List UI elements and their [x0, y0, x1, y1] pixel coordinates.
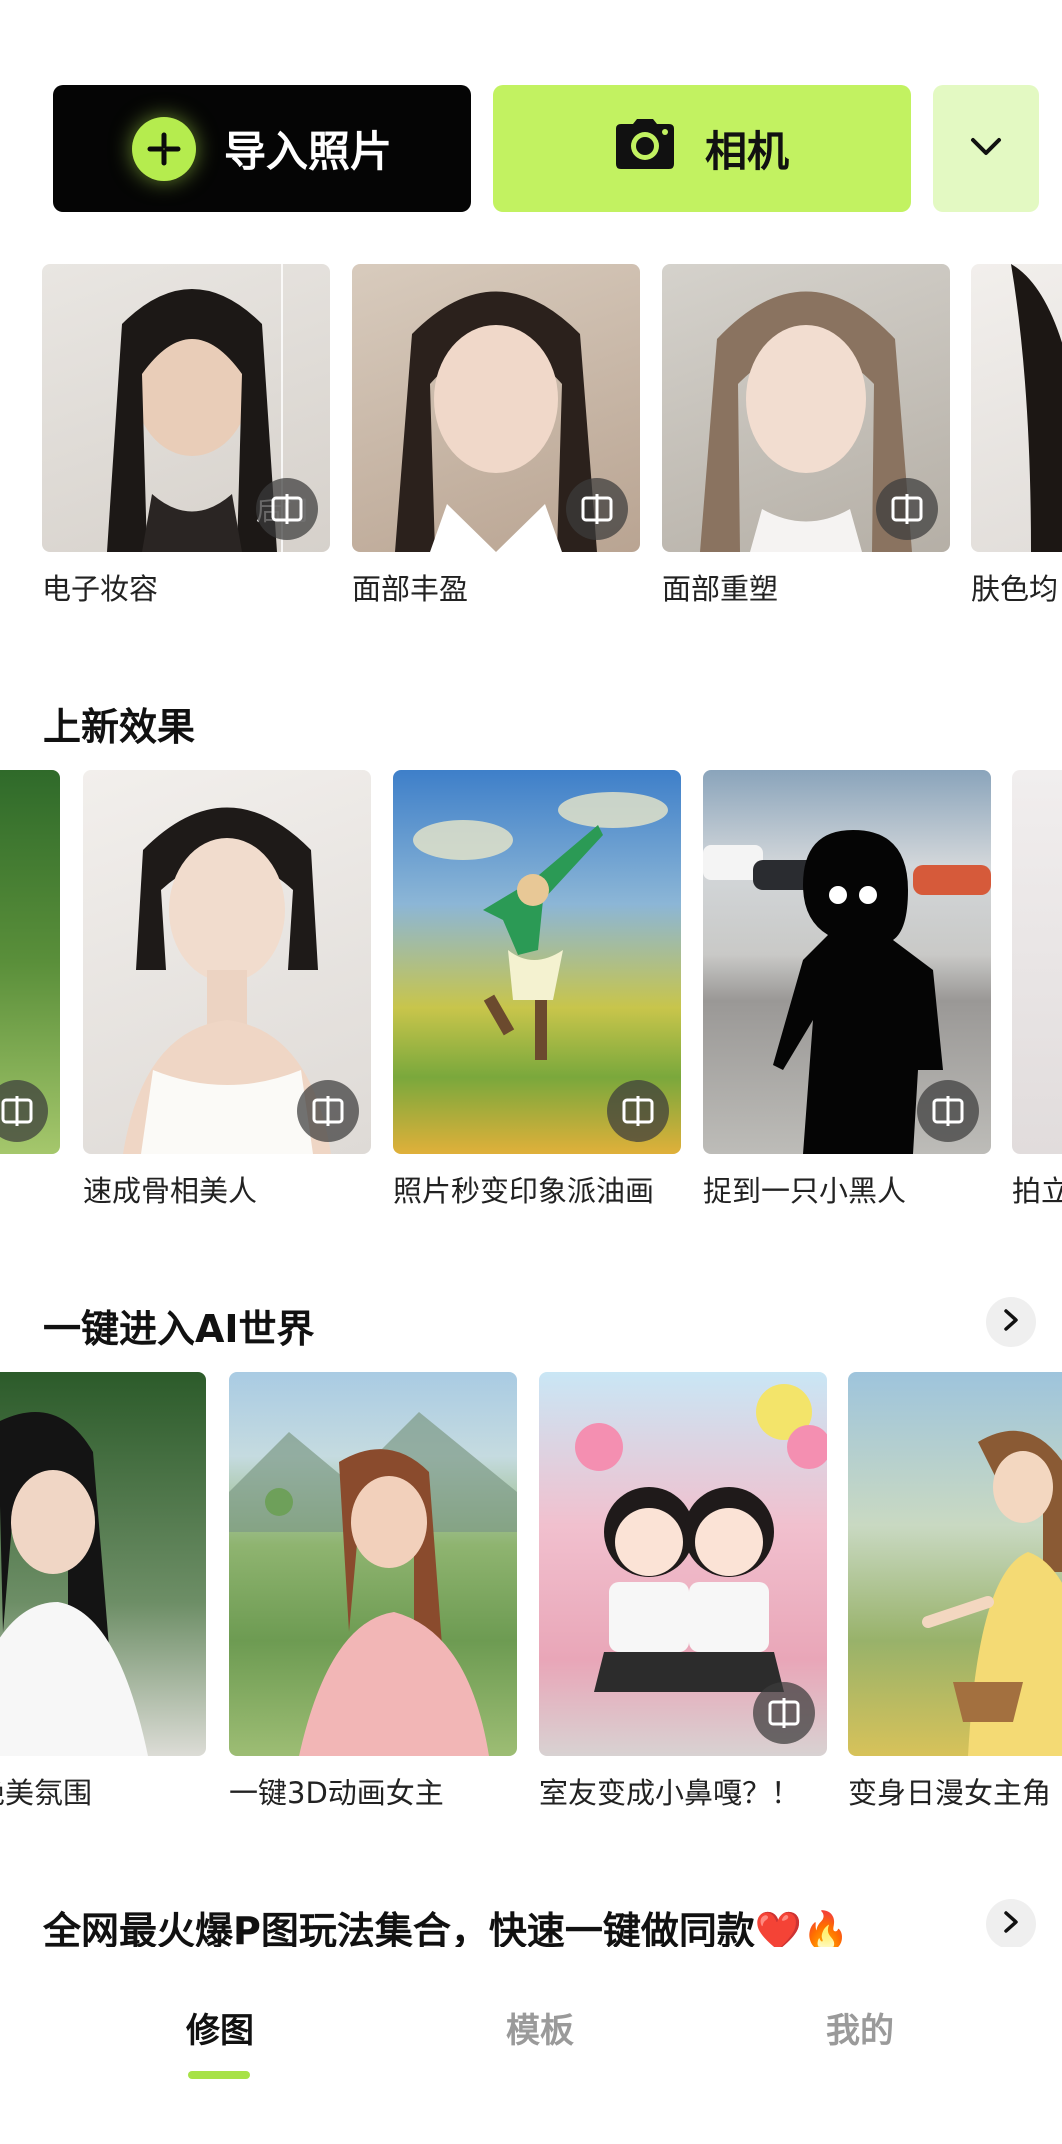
- plus-badge-icon: [131, 116, 196, 181]
- action-bar: 导入照片 相机: [53, 85, 1062, 212]
- effect-thumbnail: [1012, 770, 1062, 1154]
- compare-icon[interactable]: [917, 1080, 979, 1142]
- home-screen: 导入照片 相机 电子妆容 面部丰盈 面部重塑 肤色均 上新效果 速成骨相美人 照…: [0, 0, 1062, 2144]
- compare-icon[interactable]: [297, 1080, 359, 1142]
- effect-thumbnail: [0, 770, 60, 1154]
- ai-thumbnail: [539, 1372, 827, 1756]
- import-photo-label: 导入照片: [223, 127, 392, 176]
- tool-card[interactable]: 后门 电子妆容: [42, 264, 330, 608]
- portrait-illustration: [0, 1412, 148, 1756]
- chevron-right-icon: [1002, 1308, 1020, 1336]
- tool-label: 肤色均: [971, 572, 1059, 606]
- tool-card[interactable]: 面部重塑: [662, 264, 950, 608]
- effect-card[interactable]: 捉到一只小黑人: [703, 770, 991, 1210]
- ai-card[interactable]: 变身日漫女主角: [848, 1372, 1062, 1812]
- ai-card[interactable]: 一键3D动画女主: [229, 1372, 517, 1812]
- effect-card[interactable]: [0, 770, 60, 1168]
- bottom-tab-bar: 修图 模板 我的: [0, 1947, 1062, 2144]
- tab-profile[interactable]: 我的: [826, 2003, 894, 2052]
- ai-label: 照的绝美氛围: [0, 1776, 93, 1810]
- ai-label: 室友变成小鼻嘎？！: [539, 1776, 801, 1810]
- ai-label: 一键3D动画女主: [229, 1776, 444, 1810]
- tab-templates[interactable]: 模板: [506, 2003, 574, 2052]
- ai-label: 变身日漫女主角: [848, 1776, 1052, 1810]
- tool-thumbnail: [352, 264, 640, 552]
- section-title-new: 上新效果: [43, 705, 196, 749]
- camera-icon: [615, 118, 675, 180]
- cartoon-illustration: [229, 1412, 517, 1756]
- chevron-right-icon: [1002, 1910, 1020, 1938]
- tab-edit[interactable]: 修图: [186, 2003, 254, 2052]
- chevron-down-icon: [969, 136, 1003, 162]
- tool-label: 电子妆容: [42, 572, 159, 606]
- ai-world-carousel[interactable]: 照的绝美氛围 一键3D动画女主: [0, 1372, 1062, 1812]
- compare-icon[interactable]: [607, 1080, 669, 1142]
- compare-icon[interactable]: [566, 478, 628, 540]
- effect-card[interactable]: 速成骨相美人: [83, 770, 371, 1210]
- more-options-button[interactable]: [933, 85, 1039, 212]
- ai-card[interactable]: 照的绝美氛围: [0, 1372, 206, 1812]
- active-tab-indicator: [188, 2071, 250, 2079]
- effect-thumbnail: [393, 770, 681, 1154]
- import-photo-button[interactable]: 导入照片: [53, 85, 471, 212]
- ai-thumbnail: [229, 1372, 517, 1756]
- section-title-ai: 一键进入AI世界: [43, 1307, 315, 1351]
- effect-label: 捉到一只小黑人: [703, 1174, 907, 1208]
- tool-label: 面部重塑: [662, 572, 779, 606]
- tool-thumbnail: [662, 264, 950, 552]
- effect-thumbnail: [703, 770, 991, 1154]
- section-ai-more-button[interactable]: [986, 1297, 1036, 1347]
- tool-label: 面部丰盈: [352, 572, 469, 606]
- section-hot-more-button[interactable]: [986, 1899, 1036, 1949]
- ai-thumbnail: [848, 1372, 1062, 1756]
- ai-thumbnail: [0, 1372, 206, 1756]
- camera-label: 相机: [704, 127, 789, 176]
- effect-card[interactable]: 拍立: [1012, 770, 1062, 1210]
- new-effects-carousel[interactable]: 速成骨相美人 照片秒变印象派油画 捉到一只小黑人 拍立: [0, 770, 1062, 1210]
- ai-card[interactable]: 室友变成小鼻嘎？！: [539, 1372, 827, 1812]
- effect-label: 拍立: [1012, 1174, 1062, 1208]
- effect-thumbnail: [83, 770, 371, 1154]
- camera-button[interactable]: 相机: [493, 85, 911, 212]
- tool-card[interactable]: 肤色均: [971, 264, 1062, 608]
- compare-icon[interactable]: [0, 1080, 48, 1142]
- tool-thumbnail: [971, 264, 1062, 552]
- effect-card[interactable]: 照片秒变印象派油画: [393, 770, 681, 1210]
- effect-label: 速成骨相美人: [83, 1174, 258, 1208]
- compare-icon[interactable]: [256, 478, 318, 540]
- compare-icon[interactable]: [876, 478, 938, 540]
- tool-thumbnail: 后门: [42, 264, 330, 552]
- portrait-illustration: [1011, 264, 1062, 552]
- beauty-tools-carousel[interactable]: 后门 电子妆容 面部丰盈: [0, 264, 1062, 614]
- compare-icon[interactable]: [753, 1682, 815, 1744]
- tool-card[interactable]: 面部丰盈: [352, 264, 640, 608]
- anime-illustration: [922, 1430, 1062, 1756]
- effect-label: 照片秒变印象派油画: [393, 1174, 655, 1208]
